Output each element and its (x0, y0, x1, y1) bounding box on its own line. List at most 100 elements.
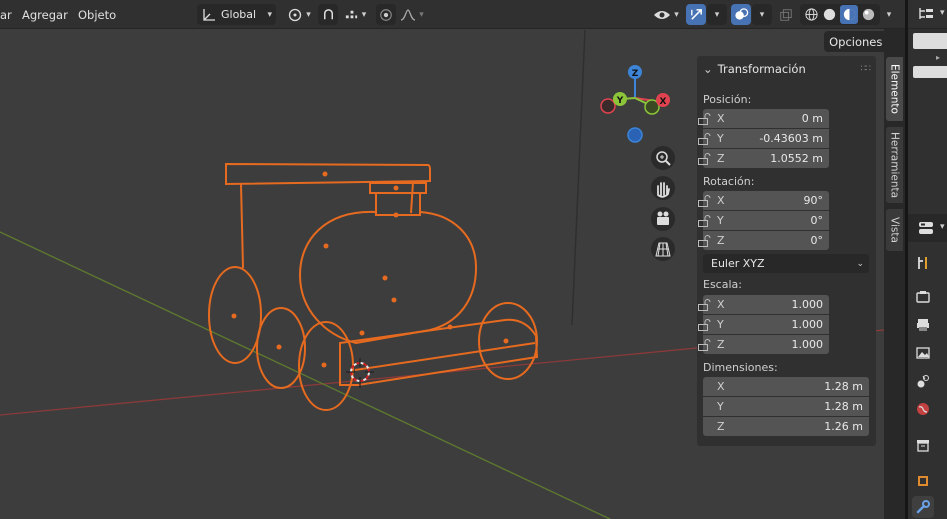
chevron-down-icon: ⌄ (703, 62, 713, 76)
dimensions-label: Dimensiones: (703, 361, 778, 374)
shading-solid-icon[interactable] (822, 7, 837, 22)
gizmo-x-label: X (660, 97, 667, 107)
rotation-x-field[interactable]: X 90° (703, 191, 829, 210)
object-properties-tab[interactable] (912, 470, 934, 492)
shading-dropdown[interactable]: ▾ (882, 4, 896, 25)
chevron-down-icon: ▾ (674, 9, 679, 20)
pivot-point-dropdown[interactable]: ▾ (283, 4, 315, 25)
gizmo-toggle[interactable] (686, 4, 706, 25)
3d-viewport[interactable]: Z Y X Opciones ▾ ⌄ Transformación ∷∷ Posi… (0, 29, 884, 519)
collection-properties-tab[interactable] (912, 434, 934, 456)
outliner-item[interactable] (913, 33, 947, 49)
modifier-properties-tab[interactable] (912, 496, 934, 518)
properties-header: ▾ (908, 214, 947, 242)
tool-icon (918, 257, 927, 269)
shading-material-button[interactable] (840, 5, 859, 24)
dimensions-y-field[interactable]: Y 1.28 m (703, 397, 869, 416)
snap-increment-icon (345, 10, 357, 19)
nav-buttons (651, 146, 675, 261)
chevron-down-icon: ▾ (759, 9, 765, 20)
rotation-y-field[interactable]: Y 0° (703, 211, 829, 230)
output-properties-tab[interactable] (912, 314, 934, 336)
wrench-icon (916, 500, 930, 514)
pivot-point-icon (289, 8, 302, 21)
overlays-icon (734, 8, 748, 20)
position-z-field[interactable]: Z 1.0552 m (703, 149, 829, 168)
scene-icon (917, 375, 929, 388)
lock-icon[interactable] (697, 112, 711, 126)
menu-agregar[interactable]: Agregar (22, 8, 68, 22)
shading-rendered-icon[interactable] (861, 7, 876, 22)
drag-handle-icon[interactable]: ∷∷ (861, 64, 872, 74)
scene-properties-tab[interactable] (912, 370, 934, 392)
position-label: Posición: (703, 93, 752, 106)
shading-wireframe-icon[interactable] (804, 7, 819, 22)
tab-herramienta[interactable]: Herramienta (886, 127, 903, 203)
object-icon (918, 476, 928, 486)
visibility-icon (654, 10, 671, 19)
chevron-down-icon: ▾ (714, 9, 720, 20)
lock-icon[interactable] (697, 338, 711, 352)
proportional-editing-toggle[interactable] (376, 4, 396, 25)
scale-label: Escala: (703, 278, 742, 291)
xray-toggle[interactable] (776, 4, 796, 25)
opciones-dropdown[interactable]: Opciones ▾ (824, 31, 884, 52)
lock-icon[interactable] (697, 214, 711, 228)
visibility-dropdown[interactable]: ▾ (650, 4, 682, 25)
lock-icon[interactable] (697, 234, 711, 248)
position-x-field[interactable]: X0 m (703, 109, 829, 128)
scale-y-field[interactable]: Y 1.000 (703, 315, 829, 334)
chevron-down-icon: ▾ (306, 9, 311, 20)
overlays-dropdown[interactable]: ▾ (752, 4, 772, 25)
transform-panel-header[interactable]: ⌄ Transformación (703, 62, 806, 76)
printer-icon (917, 319, 929, 331)
render-properties-tab[interactable] (912, 286, 934, 308)
snap-icon (323, 9, 333, 20)
tab-vista[interactable]: Vista (886, 209, 903, 251)
orientation-label: Global (221, 8, 257, 21)
scale-x-field[interactable]: X 1.000 (703, 295, 829, 314)
transform-orientation-dropdown[interactable]: Global ▾ (197, 4, 276, 25)
overlays-toggle[interactable] (731, 4, 751, 25)
rotation-mode-dropdown[interactable]: Euler XYZ ⌄ (703, 254, 869, 273)
tool-properties-tab[interactable] (912, 252, 934, 274)
menu-view[interactable]: ar (0, 8, 12, 22)
transform-orientation-icon (203, 8, 215, 21)
snap-target-dropdown[interactable]: ▾ (339, 4, 371, 25)
chevron-down-icon: ▾ (419, 9, 424, 20)
world-properties-tab[interactable] (912, 398, 934, 420)
gizmo-z-label: Z (632, 69, 639, 79)
dimensions-x-field[interactable]: X 1.28 m (703, 377, 869, 396)
chevron-down-icon: ⌄ (856, 258, 864, 269)
snap-toggle[interactable] (318, 4, 338, 25)
gizmo-y-label: Y (616, 96, 624, 106)
grid-perspective-icon (655, 242, 671, 257)
selected-object-outline (208, 162, 539, 411)
lock-icon[interactable] (697, 194, 711, 208)
outliner-display-icon[interactable] (918, 7, 934, 21)
transform-panel-title: Transformación (717, 62, 806, 76)
falloff-dropdown[interactable]: ▾ (397, 4, 427, 25)
tab-elemento[interactable]: Elemento (886, 57, 903, 121)
outliner-item[interactable] (913, 66, 947, 78)
lock-icon[interactable] (697, 152, 711, 166)
sidebar-tabs: Elemento Herramienta Vista (884, 29, 905, 519)
chevron-down-icon: ▾ (940, 8, 945, 18)
rotation-label: Rotación: (703, 175, 755, 188)
gizmo-dropdown[interactable]: ▾ (707, 4, 727, 25)
lock-icon[interactable] (697, 132, 711, 146)
lock-icon[interactable] (697, 318, 711, 332)
view-layer-properties-tab[interactable] (912, 342, 934, 364)
gizmo-icon (690, 9, 702, 20)
rotation-z-field[interactable]: Z 0° (703, 231, 829, 250)
shading-modes (800, 4, 880, 25)
scale-z-field[interactable]: Z 1.000 (703, 335, 829, 354)
chevron-down-icon: ▾ (267, 9, 272, 20)
editor-type-icon[interactable] (918, 221, 934, 235)
menu-objeto[interactable]: Objeto (78, 8, 116, 22)
position-y-field[interactable]: Y -0.43603 m (703, 129, 829, 148)
dimensions-z-field[interactable]: Z 1.26 m (703, 417, 869, 436)
chevron-down-icon: ▾ (940, 222, 945, 232)
expand-arrow-icon[interactable]: ▸ (936, 53, 940, 62)
lock-icon[interactable] (697, 298, 711, 312)
